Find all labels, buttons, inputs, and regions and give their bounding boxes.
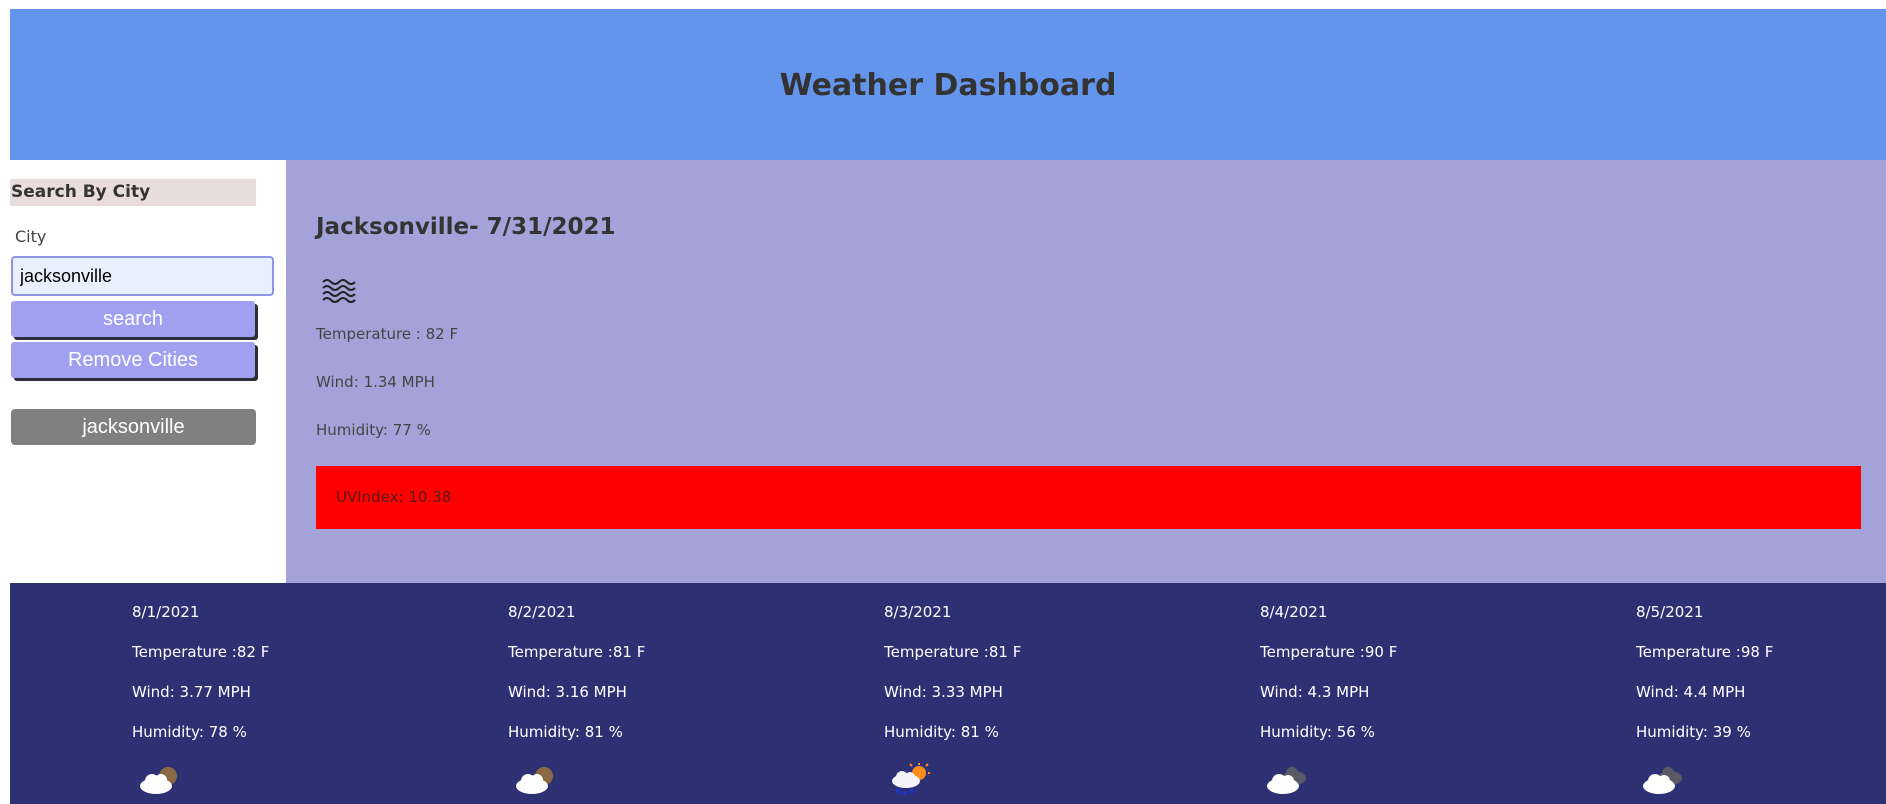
search-button[interactable]: search [11, 301, 255, 337]
partly-cloudy-night-icon [516, 767, 553, 794]
sun-rain-icon [892, 763, 930, 796]
forecast-day: 8/2/2021 Temperature :81 F Wind: 3.16 MP… [508, 583, 808, 804]
forecast-humidity: Humidity: 56 % [1260, 723, 1375, 741]
broken-clouds-icon [1267, 767, 1306, 794]
sidebar: Search By City City search Remove Cities… [10, 160, 286, 583]
forecast-day: 8/1/2021 Temperature :82 F Wind: 3.77 MP… [132, 583, 432, 804]
forecast-temperature: Temperature :90 F [1260, 643, 1398, 661]
forecast-humidity: Humidity: 78 % [132, 723, 247, 741]
city-label: City [15, 227, 47, 246]
forecast-temperature: Temperature :98 F [1636, 643, 1774, 661]
forecast-date: 8/2/2021 [508, 603, 576, 621]
forecast-humidity: Humidity: 81 % [884, 723, 999, 741]
uv-index-label: UVIndex: 10.38 [336, 488, 452, 506]
search-heading: Search By City [10, 179, 256, 206]
broken-clouds-icon [1643, 767, 1682, 794]
forecast-day: 8/5/2021 Temperature :98 F Wind: 4.4 MPH… [1636, 583, 1886, 804]
current-wind: Wind: 1.34 MPH [316, 373, 435, 391]
forecast-temperature: Temperature :81 F [508, 643, 646, 661]
forecast-wind: Wind: 3.33 MPH [884, 683, 1003, 701]
forecast-day: 8/4/2021 Temperature :90 F Wind: 4.3 MPH… [1260, 583, 1560, 804]
forecast-wind: Wind: 3.16 MPH [508, 683, 627, 701]
forecast-humidity: Humidity: 81 % [508, 723, 623, 741]
forecast-wind: Wind: 4.4 MPH [1636, 683, 1746, 701]
forecast-humidity: Humidity: 39 % [1636, 723, 1751, 741]
remove-cities-button[interactable]: Remove Cities [11, 342, 255, 378]
forecast-date: 8/1/2021 [132, 603, 200, 621]
forecast-wind: Wind: 4.3 MPH [1260, 683, 1370, 701]
current-city-date: Jacksonville- 7/31/2021 [316, 214, 616, 240]
partly-cloudy-night-icon [140, 767, 177, 794]
current-humidity: Humidity: 77 % [316, 421, 431, 439]
app-header: Weather Dashboard [10, 9, 1886, 160]
forecast-date: 8/3/2021 [884, 603, 952, 621]
forecast-date: 8/4/2021 [1260, 603, 1328, 621]
history-city-button[interactable]: jacksonville [11, 409, 256, 445]
forecast-wind: Wind: 3.77 MPH [132, 683, 251, 701]
city-input[interactable] [11, 256, 274, 296]
forecast-temperature: Temperature :82 F [132, 643, 270, 661]
forecast-temperature: Temperature :81 F [884, 643, 1022, 661]
page-title: Weather Dashboard [779, 68, 1117, 103]
forecast-date: 8/5/2021 [1636, 603, 1704, 621]
forecast-day: 8/3/2021 Temperature :81 F Wind: 3.33 MP… [884, 583, 1184, 804]
current-temperature: Temperature : 82 F [316, 325, 459, 343]
current-weather-panel: Jacksonville- 7/31/2021 Temperature : 82… [286, 160, 1886, 583]
uv-index-bar: UVIndex: 10.38 [316, 466, 1861, 529]
five-day-forecast: 8/1/2021 Temperature :82 F Wind: 3.77 MP… [10, 583, 1886, 804]
mist-icon [322, 279, 356, 303]
